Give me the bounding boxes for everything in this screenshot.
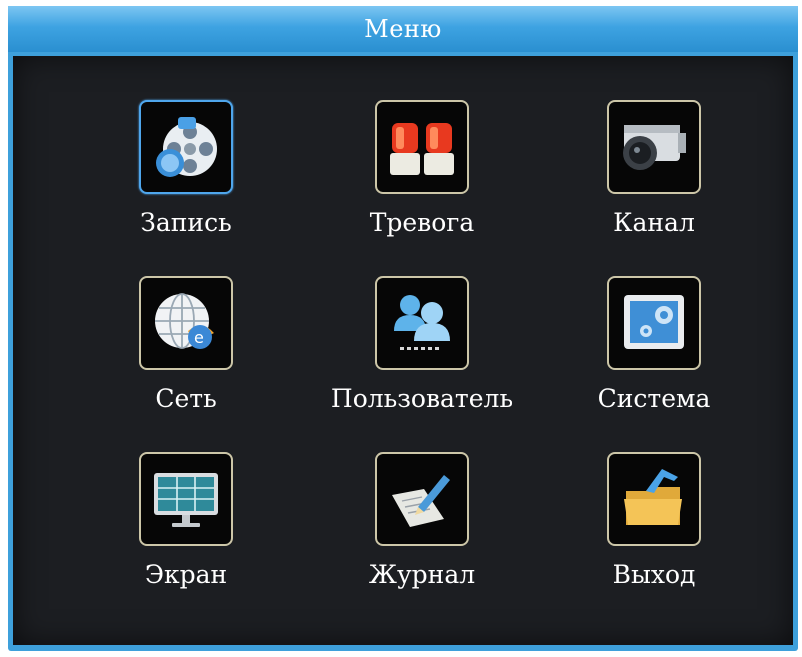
tile-alarm[interactable]: [375, 100, 469, 194]
system-settings-icon: [624, 295, 684, 349]
title-bar: Меню: [8, 6, 798, 52]
alarm-siren-icon: [390, 123, 454, 175]
log-document-icon: [392, 475, 450, 527]
camera-icon: [623, 125, 686, 170]
menu-item-exit[interactable]: Выход: [541, 452, 741, 602]
exit-folder-icon: [624, 469, 682, 525]
menu-panel: Запись Тревога Канал e Сеть Пользователь…: [13, 56, 793, 645]
label-system: Система: [597, 384, 711, 413]
tile-exit[interactable]: [607, 452, 701, 546]
film-reel-icon: [156, 117, 217, 177]
tile-record[interactable]: [139, 100, 233, 194]
label-log: Журнал: [368, 560, 476, 589]
svg-text:e: e: [194, 328, 204, 347]
tile-user[interactable]: [375, 276, 469, 370]
users-icon: [394, 295, 450, 350]
tile-network[interactable]: e: [139, 276, 233, 370]
label-screen: Экран: [144, 560, 228, 589]
menu-item-screen[interactable]: Экран: [73, 452, 273, 602]
label-alarm: Тревога: [369, 208, 475, 237]
label-exit: Выход: [612, 560, 696, 589]
menu-item-system[interactable]: Система: [541, 276, 741, 426]
menu-item-channel[interactable]: Канал: [541, 100, 741, 250]
menu-window: Меню Запись Тревога Канал e Сеть Пользов…: [8, 6, 798, 651]
menu-item-record[interactable]: Запись: [73, 100, 273, 250]
menu-item-user[interactable]: Пользователь: [309, 276, 513, 426]
tile-log[interactable]: [375, 452, 469, 546]
menu-item-alarm[interactable]: Тревога: [309, 100, 509, 250]
menu-item-network[interactable]: e Сеть: [73, 276, 273, 426]
menu-item-log[interactable]: Журнал: [309, 452, 509, 602]
label-channel: Канал: [613, 208, 695, 237]
globe-network-icon: e: [155, 293, 214, 349]
tile-channel[interactable]: [607, 100, 701, 194]
monitor-icon: [154, 473, 218, 527]
window-title: Меню: [364, 15, 442, 43]
tile-screen[interactable]: [139, 452, 233, 546]
label-record: Запись: [140, 208, 232, 237]
label-user: Пользователь: [330, 384, 514, 413]
tile-system[interactable]: [607, 276, 701, 370]
label-network: Сеть: [155, 384, 217, 413]
